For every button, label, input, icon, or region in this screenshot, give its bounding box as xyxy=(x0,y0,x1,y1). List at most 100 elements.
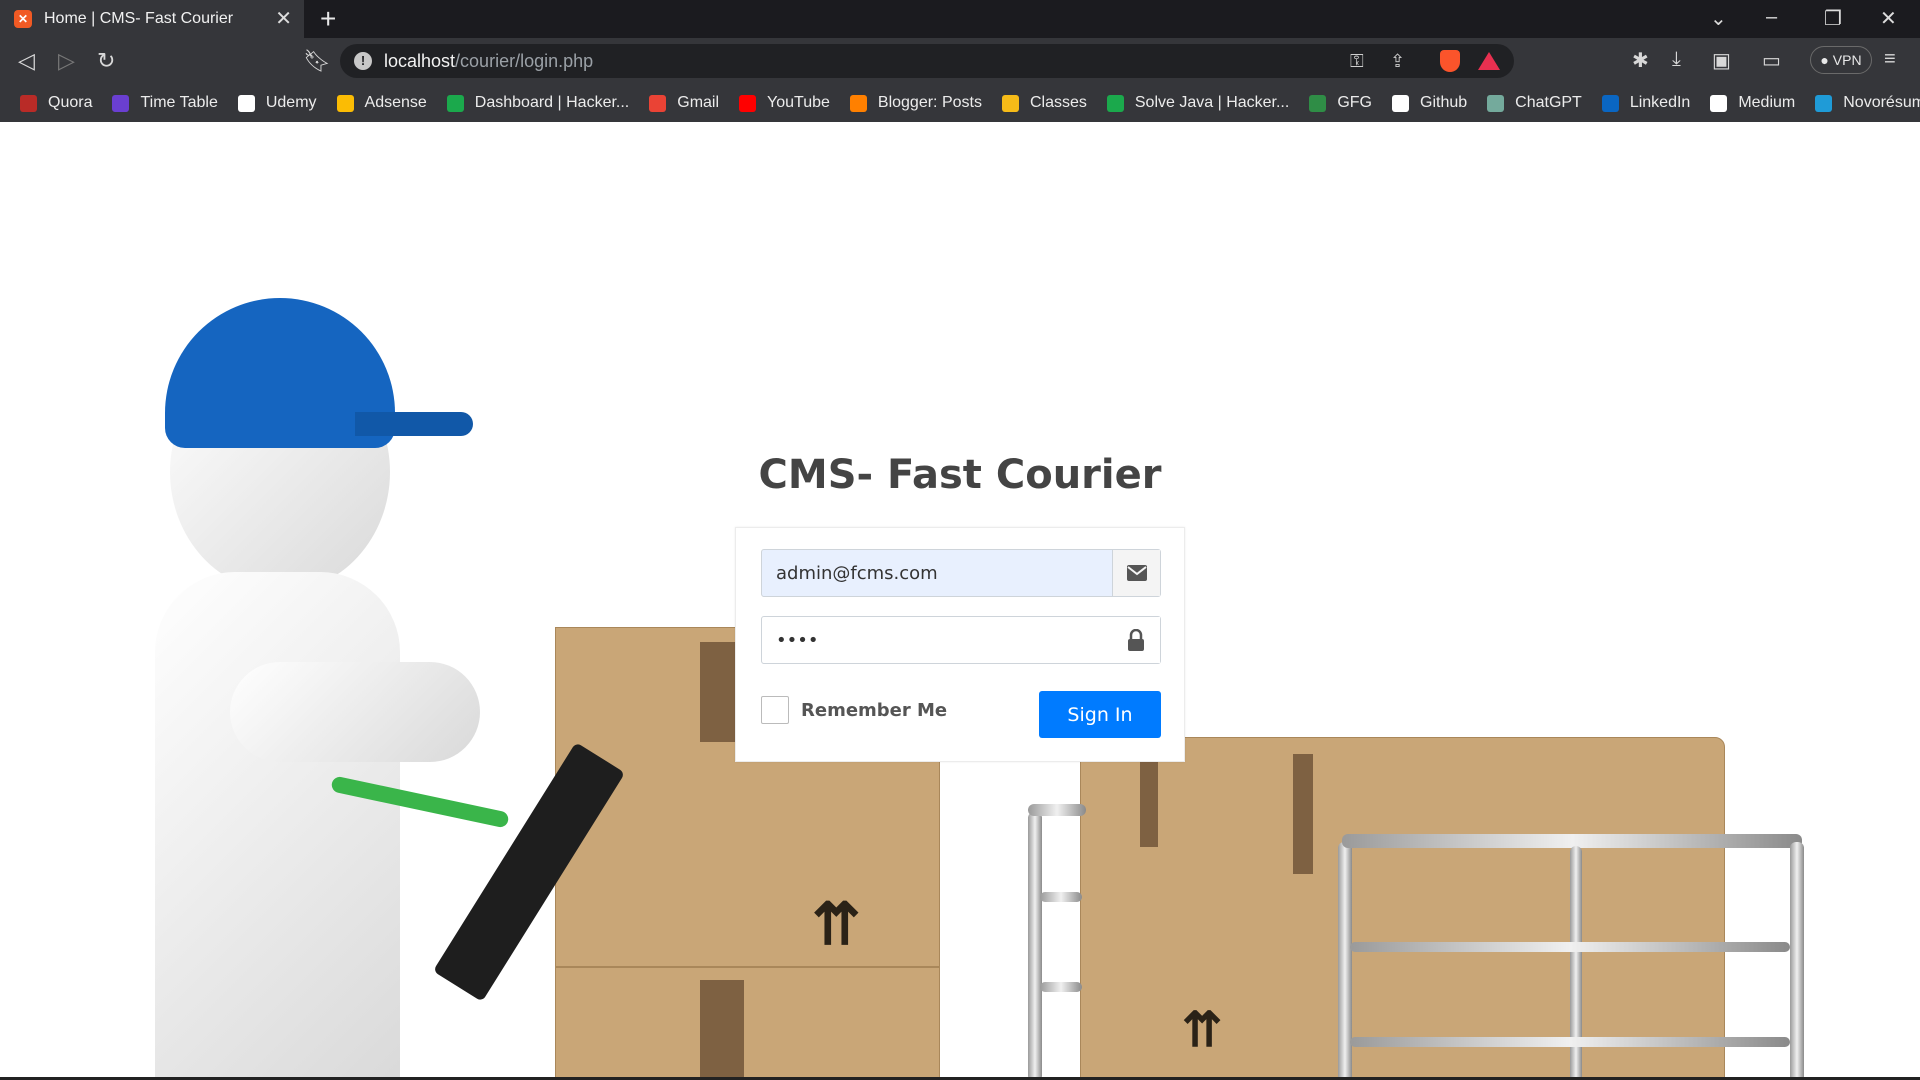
bookmark-label: Adsense xyxy=(364,94,427,111)
adsense-icon xyxy=(336,94,354,112)
bookmark-item[interactable]: Novorésumé xyxy=(1815,94,1920,112)
browser-tab[interactable]: ✕ Home | CMS- Fast Courier ✕ xyxy=(0,0,304,38)
bookmark-item[interactable]: Github xyxy=(1392,94,1467,112)
email-input-group xyxy=(761,549,1161,597)
bookmark-item[interactable]: ChatGPT xyxy=(1487,94,1582,112)
box-shape xyxy=(1080,737,1725,1080)
bookmark-item[interactable]: YouTube xyxy=(739,94,830,112)
url-path: /courier/login.php xyxy=(455,51,594,71)
bookmark-item[interactable]: LinkedIn xyxy=(1601,94,1691,112)
bookmark-item[interactable]: Adsense xyxy=(336,94,427,112)
password-input[interactable] xyxy=(762,617,1112,663)
wallet-icon[interactable]: ▭ xyxy=(1762,48,1781,73)
cart-bar xyxy=(1040,982,1082,992)
tab-search-icon[interactable]: ⌄ xyxy=(1710,6,1727,31)
tab-title: Home | CMS- Fast Courier xyxy=(44,10,234,27)
vpn-button[interactable]: ● VPN xyxy=(1810,46,1872,74)
cart-bar xyxy=(1028,804,1086,816)
sign-in-button[interactable]: Sign In xyxy=(1039,691,1161,738)
remember-checkbox[interactable] xyxy=(761,696,789,724)
bookmark-label: Blogger: Posts xyxy=(877,94,982,111)
remember-me[interactable]: Remember Me xyxy=(761,696,947,724)
minimize-icon[interactable]: – xyxy=(1766,6,1777,29)
bookmark-label: Udemy xyxy=(265,94,317,111)
box-tape xyxy=(1293,754,1313,874)
xampp-icon: ✕ xyxy=(14,10,32,28)
back-icon[interactable]: ◁ xyxy=(18,48,35,74)
remember-label: Remember Me xyxy=(801,699,948,721)
udemy-icon xyxy=(237,94,255,112)
github-icon xyxy=(1392,94,1409,112)
lock-icon xyxy=(1112,617,1160,663)
chatgpt-icon xyxy=(1487,94,1505,112)
restore-icon[interactable]: ❐ xyxy=(1824,6,1842,31)
quora-icon xyxy=(20,94,37,112)
brave-rewards-icon[interactable] xyxy=(1478,52,1500,70)
vpn-label: VPN xyxy=(1832,52,1862,68)
bookmark-label: Medium xyxy=(1738,94,1796,111)
bookmark-item[interactable]: Dashboard | Hacker... xyxy=(446,94,630,112)
page-title: CMS- Fast Courier xyxy=(758,452,1162,498)
bookmark-item[interactable]: Time Table xyxy=(112,94,218,112)
new-tab-icon[interactable]: + xyxy=(320,5,336,33)
cart-bar xyxy=(1350,1037,1790,1047)
hackerrank-icon xyxy=(446,94,464,112)
bookmark-icon[interactable]: 🔖︎ xyxy=(303,48,331,74)
reload-icon[interactable]: ↻ xyxy=(97,48,115,74)
login-card: Remember Me Sign In xyxy=(735,527,1185,762)
bookmark-label: Classes xyxy=(1029,94,1087,111)
novoresume-icon xyxy=(1815,94,1833,112)
bookmark-item[interactable]: Classes xyxy=(1001,94,1087,112)
timetable-icon xyxy=(112,94,130,112)
bookmark-label: Quora xyxy=(48,94,93,111)
bookmark-label: Github xyxy=(1420,94,1468,111)
site-info-icon[interactable]: ! xyxy=(354,52,372,70)
gmail-icon xyxy=(649,94,667,112)
bookmark-item[interactable]: Blogger: Posts xyxy=(849,94,982,112)
bookmark-label: Dashboard | Hacker... xyxy=(474,94,630,111)
email-input[interactable] xyxy=(762,550,1112,596)
browser-toolbar: ◁ ▷ ↻ 🔖︎ ! localhost/courier/login.php ⚿… xyxy=(0,38,1920,84)
bookmark-item[interactable]: Gmail xyxy=(649,94,719,112)
box-tape xyxy=(700,980,744,1080)
share-icon[interactable]: ⇪ xyxy=(1390,51,1405,72)
bookmark-label: GFG xyxy=(1337,94,1372,111)
youtube-icon xyxy=(739,94,757,112)
medium-icon xyxy=(1710,94,1728,112)
bookmark-item[interactable]: GFG xyxy=(1309,94,1372,112)
brave-shields-icon[interactable] xyxy=(1440,50,1460,72)
menu-icon[interactable]: ≡ xyxy=(1884,48,1896,71)
bookmark-label: YouTube xyxy=(767,94,830,111)
address-bar[interactable]: ! localhost/courier/login.php ⚿ ⇪ xyxy=(340,44,1514,78)
url-host: localhost xyxy=(384,51,456,71)
envelope-icon xyxy=(1112,550,1160,596)
bookmark-item[interactable]: Quora xyxy=(20,94,92,112)
tab-bar: ✕ Home | CMS- Fast Courier ✕ + ⌄ – ❐ ✕ xyxy=(0,0,1920,38)
extensions-icon[interactable]: ✱ xyxy=(1632,48,1649,73)
bookmark-label: Solve Java | Hacker... xyxy=(1134,94,1290,111)
sidebar-icon[interactable]: ▣ xyxy=(1712,48,1731,73)
bookmark-item[interactable]: Medium xyxy=(1710,94,1795,112)
cart-bar xyxy=(1790,842,1804,1080)
box-shape xyxy=(555,967,940,1080)
box-tape xyxy=(700,642,740,742)
cart-bar xyxy=(1028,812,1042,1080)
bookmark-item[interactable]: Solve Java | Hacker... xyxy=(1106,94,1290,112)
forward-icon[interactable]: ▷ xyxy=(58,48,75,74)
cart-bar xyxy=(1040,892,1082,902)
login-page: ⇈ ⇈ CMS- Fast Courier admin@fcms.com •••… xyxy=(0,122,1920,1080)
cap-brim xyxy=(355,412,473,436)
close-tab-icon[interactable]: ✕ xyxy=(275,9,292,29)
this-side-up-icon: ⇈ xyxy=(1182,1004,1223,1057)
downloads-icon[interactable]: ⤓ xyxy=(1672,48,1681,71)
bookmark-label: Time Table xyxy=(140,94,218,111)
hackerrank-icon xyxy=(1106,94,1124,112)
blogger-icon xyxy=(849,94,867,112)
figure-body xyxy=(155,572,400,1080)
bookmark-item[interactable]: Udemy xyxy=(237,94,317,112)
key-icon[interactable]: ⚿ xyxy=(1350,51,1364,72)
url-text: localhost/courier/login.php xyxy=(384,51,593,72)
close-window-icon[interactable]: ✕ xyxy=(1880,6,1897,31)
bookmark-label: LinkedIn xyxy=(1629,94,1691,111)
figure-arm xyxy=(230,662,480,762)
